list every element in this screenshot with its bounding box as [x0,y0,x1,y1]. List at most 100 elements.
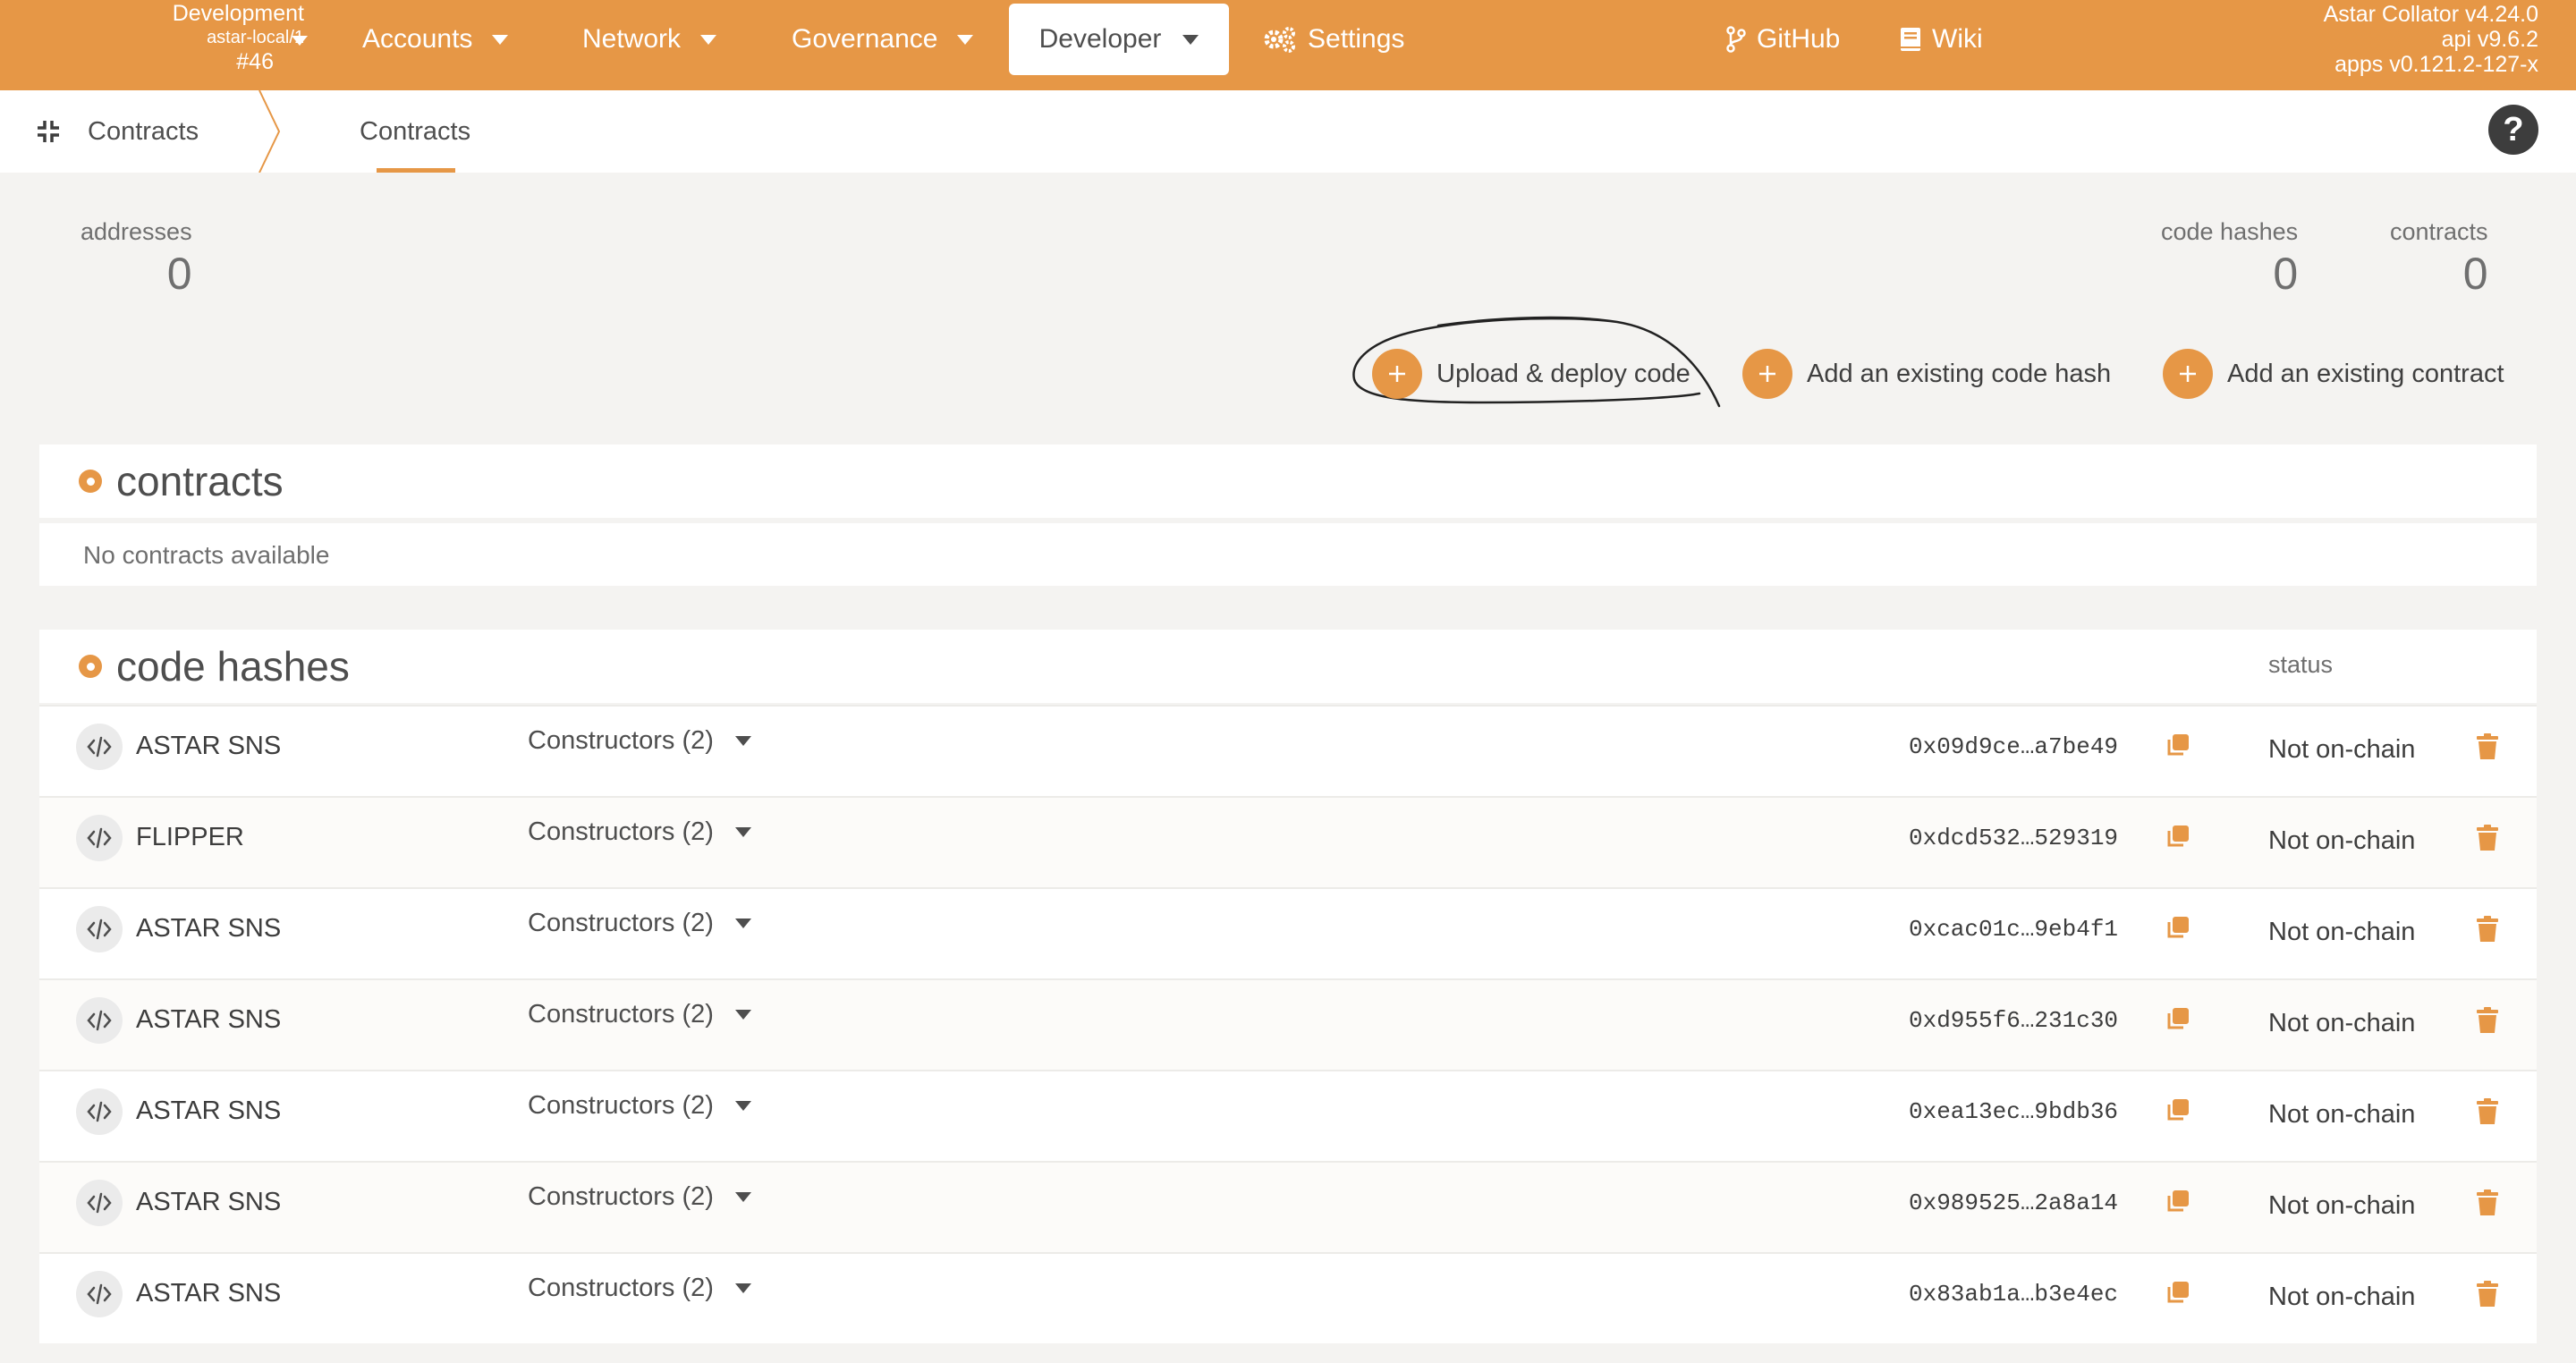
code-hash-status: Not on-chain [2268,735,2416,764]
constructors-toggle[interactable]: Constructors (2) [528,1274,751,1303]
trash-icon[interactable] [2476,825,2499,856]
chain-selector[interactable]: Development astar-local/1 #46 [134,1,308,74]
upload-deploy-label: Upload & deploy code [1436,359,1690,388]
nav-network[interactable]: Network [582,0,717,79]
trash-icon[interactable] [2476,1281,2499,1312]
section-dot-icon [79,655,102,678]
constructors-toggle[interactable]: Constructors (2) [528,817,751,847]
constructors-toggle[interactable]: Constructors (2) [528,1000,751,1029]
constructors-toggle[interactable]: Constructors (2) [528,726,751,756]
gears-icon [1263,26,1297,53]
nav-network-label: Network [582,24,682,54]
code-hash-name: ASTAR SNS [136,732,282,760]
summary-addresses: addresses 0 [80,218,192,300]
code-hash-row: ASTAR SNS Constructors (2) 0x989525…2a8a14… [39,1161,2537,1252]
code-hash-name: ASTAR SNS [136,1188,282,1216]
code-hash-value: 0xcac01c…9eb4f1 [1909,916,2119,943]
tab-contracts[interactable]: Contracts [360,90,470,173]
constructors-toggle[interactable]: Constructors (2) [528,1182,751,1212]
copy-icon[interactable] [2165,914,2191,945]
add-contract-label: Add an existing contract [2227,359,2504,388]
trash-icon[interactable] [2476,1189,2499,1221]
code-icon [76,906,123,952]
chevron-down-icon [734,1010,751,1020]
code-hashes-label: code hashes [2161,218,2299,245]
sub-header: Contracts Contracts [0,90,2576,173]
add-code-hash-button[interactable]: Add an existing code hash [1742,349,2111,399]
code-hashes-section-title: code hashes [79,642,350,690]
addresses-label: addresses [80,218,192,245]
copy-icon[interactable] [2165,1279,2191,1310]
nav-wiki[interactable]: Wiki [1900,0,1983,79]
constructors-toggle[interactable]: Constructors (2) [528,909,751,938]
nav-developer-label: Developer [1038,24,1162,54]
tab-contracts-label: Contracts [360,116,471,146]
upload-deploy-button[interactable]: Upload & deploy code [1372,349,1690,399]
constructors-label: Constructors (2) [528,1274,714,1302]
apps-version: apps v0.121.2-127-x [2334,52,2538,77]
plus-icon [2163,349,2213,399]
code-hash-status: Not on-chain [2268,1191,2416,1220]
code-hashes-title-text: code hashes [116,643,350,690]
nav-governance-label: Governance [792,24,938,54]
status-column-header: status [2268,651,2334,678]
nav-github-label: GitHub [1757,24,1841,54]
code-hash-name: ASTAR SNS [136,1096,282,1125]
nav-governance[interactable]: Governance [792,0,974,79]
contracts-empty-text: No contracts available [83,541,330,569]
chevron-down-icon [492,34,509,45]
constructors-label: Constructors (2) [528,1182,714,1211]
trash-icon[interactable] [2476,733,2499,765]
code-hash-value: 0x09d9ce…a7be49 [1909,733,2119,760]
code-icon [76,724,123,770]
code-icon [76,1088,123,1135]
code-icon [76,1180,123,1226]
contracts-home-link[interactable]: Contracts [36,90,199,173]
trash-icon[interactable] [2476,1007,2499,1038]
code-hash-value: 0xea13ec…9bdb36 [1909,1098,2119,1125]
code-hash-value: 0xd955f6…231c30 [1909,1007,2119,1034]
chain-name: Development [172,1,304,26]
nav-settings[interactable]: Settings [1263,0,1404,79]
breadcrumb-separator [258,90,281,173]
code-hash-row: ASTAR SNS Constructors (2) 0xcac01c…9eb4f1… [39,887,2537,978]
nav-wiki-label: Wiki [1932,24,1983,54]
version-info: Astar Collator v4.24.0 api v9.6.2 apps v… [2324,2,2538,77]
copy-icon[interactable] [2165,1005,2191,1037]
top-nav-bar: Development astar-local/1 #46 Accounts N… [0,0,2576,90]
help-button[interactable]: ? [2488,105,2538,155]
nav-settings-label: Settings [1308,24,1405,54]
summary-contracts: contracts 0 [2390,218,2488,300]
code-hash-status: Not on-chain [2268,918,2416,946]
trash-icon[interactable] [2476,916,2499,947]
code-hash-row: FLIPPER Constructors (2) 0xdcd532…529319 No… [39,796,2537,887]
contracts-count-value: 0 [2462,249,2488,299]
code-hash-status: Not on-chain [2268,826,2416,855]
chevron-down-icon [734,1192,751,1202]
code-hash-name: ASTAR SNS [136,1279,282,1308]
chevron-down-icon [957,34,974,45]
node-version: Astar Collator v4.24.0 [2323,2,2538,27]
code-hash-status: Not on-chain [2268,1283,2416,1311]
constructors-toggle[interactable]: Constructors (2) [528,1091,751,1121]
contracts-empty-row: No contracts available [39,523,2537,586]
copy-icon[interactable] [2165,823,2191,854]
code-hash-value: 0xdcd532…529319 [1909,825,2119,851]
add-contract-button[interactable]: Add an existing contract [2163,349,2504,399]
code-icon [76,997,123,1044]
plus-icon [1372,349,1422,399]
nav-developer[interactable]: Developer [1009,4,1229,75]
chevron-down-icon [734,1283,751,1293]
chevron-down-icon [734,827,751,837]
copy-icon[interactable] [2165,732,2191,763]
nav-accounts[interactable]: Accounts [362,0,509,79]
trash-icon[interactable] [2476,1098,2499,1130]
copy-icon[interactable] [2165,1188,2191,1219]
code-hash-name: FLIPPER [136,823,244,851]
section-dot-icon [79,470,102,493]
code-hash-name: ASTAR SNS [136,1005,282,1034]
copy-icon[interactable] [2165,1096,2191,1128]
constructors-label: Constructors (2) [528,909,714,937]
chevron-down-icon [734,919,751,928]
nav-github[interactable]: GitHub [1726,0,1840,79]
